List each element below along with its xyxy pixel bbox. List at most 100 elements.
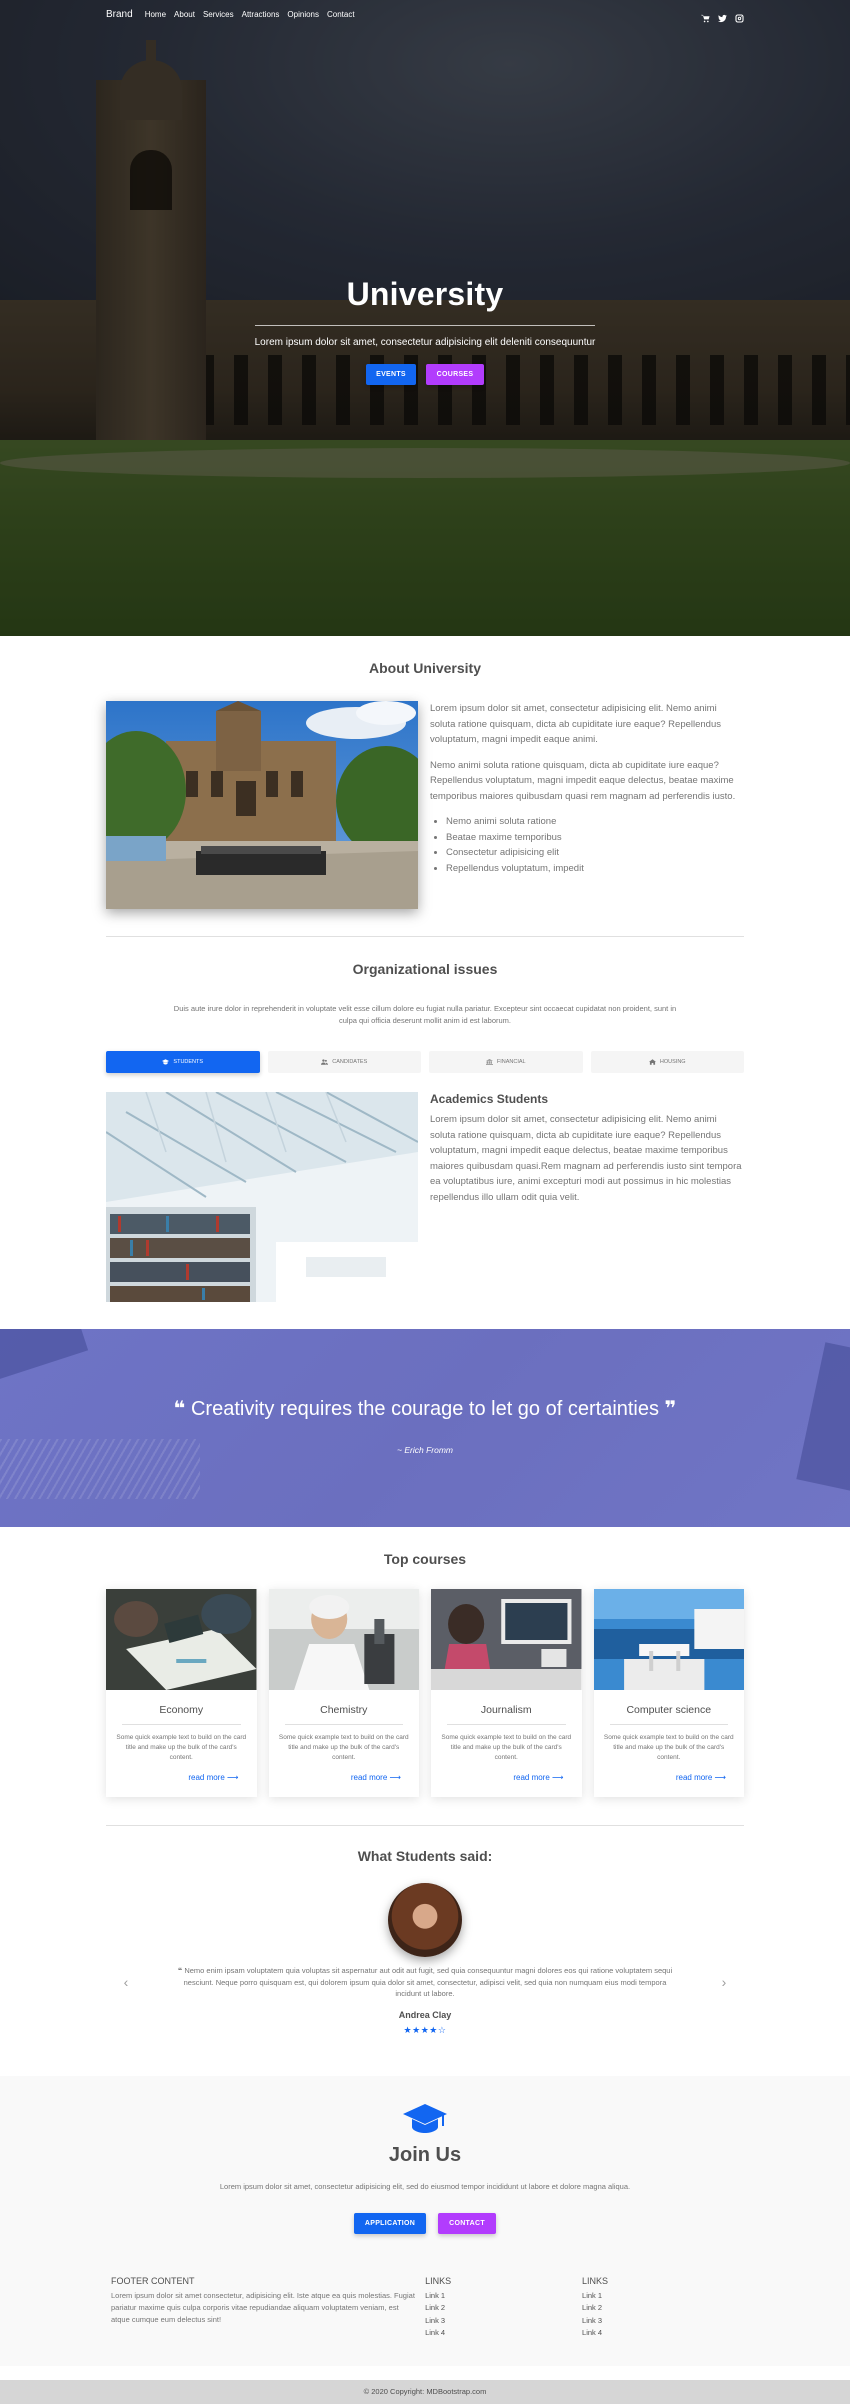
- nav-link-about[interactable]: About: [174, 10, 195, 19]
- courses-section: Top courses Economy Some quick example t…: [106, 1527, 744, 1826]
- course-divider: [284, 1724, 403, 1725]
- nav-link-services[interactable]: Services: [203, 10, 234, 19]
- footer-link[interactable]: Link 4: [425, 2327, 582, 2340]
- twitter-icon[interactable]: [718, 10, 727, 22]
- org-text: Academics Students Lorem ipsum dolor sit…: [430, 1092, 744, 1302]
- hero-section: Brand Home About Services Attractions Op…: [0, 0, 850, 636]
- org-tabs: STUDENTS CANDIDATES FINANCIAL HOUSING: [106, 1051, 744, 1073]
- course-card: Computer science Some quick example text…: [593, 1589, 745, 1797]
- footer-link[interactable]: Link 2: [425, 2302, 582, 2315]
- footer-link[interactable]: Link 4: [582, 2327, 739, 2340]
- read-more-label: read more: [188, 1773, 225, 1782]
- footer-columns: FOOTER CONTENT Lorem ipsum dolor sit ame…: [106, 2276, 744, 2340]
- footer-links-title: LINKS: [425, 2275, 452, 2286]
- tab-candidates[interactable]: CANDIDATES: [267, 1051, 421, 1073]
- org-intro: Duis aute irure dolor in reprehenderit i…: [173, 1004, 677, 1025]
- read-more-link[interactable]: read more ⟶: [279, 1773, 410, 1782]
- library-image: [106, 1092, 418, 1302]
- footer-link[interactable]: Link 2: [582, 2302, 739, 2315]
- about-list-item: Beatae maxime temporibus: [446, 830, 744, 846]
- read-more-link[interactable]: read more ⟶: [604, 1773, 735, 1782]
- contact-button[interactable]: CONTACT: [438, 2212, 496, 2234]
- tab-financial[interactable]: FINANCIAL: [429, 1051, 583, 1073]
- hero-title: University: [346, 276, 504, 312]
- course-image-chemistry: [268, 1589, 419, 1690]
- about-image: [106, 701, 418, 909]
- home-icon: [648, 1059, 656, 1065]
- tab-housing[interactable]: HOUSING: [590, 1051, 744, 1073]
- course-image-journalism: [431, 1589, 582, 1690]
- footer-link[interactable]: Link 3: [582, 2315, 739, 2328]
- footer-link[interactable]: Link 1: [582, 2290, 739, 2303]
- footer-links-title: LINKS: [582, 2275, 609, 2286]
- footer-content-title: FOOTER CONTENT: [111, 2275, 195, 2286]
- read-more-label: read more: [350, 1773, 388, 1782]
- course-description: Some quick example text to build on the …: [116, 1734, 247, 1761]
- arrow-right-icon: ⟶: [389, 1773, 401, 1782]
- read-more-label: read more: [675, 1773, 713, 1782]
- users-icon: [321, 1059, 329, 1065]
- hero-subtitle: Lorem ipsum dolor sit amet, consectetur …: [254, 337, 596, 348]
- course-name: Economy: [159, 1704, 204, 1716]
- tab-label: CANDIDATES: [332, 1059, 368, 1065]
- about-list: Nemo animi soluta ratione Beatae maxime …: [446, 814, 744, 876]
- quote-section: ❝ Creativity requires the courage to let…: [0, 1329, 850, 1527]
- about-paragraph-1: Lorem ipsum dolor sit amet, consectetur …: [430, 703, 722, 745]
- course-image-computer-science: [593, 1589, 744, 1690]
- nav-link-attractions[interactable]: Attractions: [242, 10, 280, 19]
- course-divider: [609, 1724, 728, 1725]
- carousel-next-icon[interactable]: ›: [704, 1974, 744, 1990]
- arrow-right-icon: ⟶: [552, 1773, 564, 1782]
- course-card-body: Economy Some quick example text to build…: [106, 1690, 257, 1782]
- bank-icon: [485, 1059, 493, 1065]
- copyright-text: © 2020 Copyright:: [363, 2387, 425, 2396]
- instagram-icon[interactable]: [735, 10, 744, 23]
- read-more-link[interactable]: read more ⟶: [441, 1773, 572, 1782]
- nav-link-home[interactable]: Home: [145, 10, 166, 19]
- star-empty-icon: ☆: [437, 2024, 447, 2035]
- about-text: Lorem ipsum dolor sit amet, consectetur …: [430, 701, 744, 909]
- footer-links-1: LINKS Link 1 Link 2 Link 3 Link 4: [425, 2276, 582, 2340]
- nav-link-opinions[interactable]: Opinions: [287, 10, 319, 19]
- carousel-prev-icon[interactable]: ‹: [106, 1974, 146, 1990]
- course-image-economy: [106, 1589, 257, 1690]
- quote-text: ❝ Creativity requires the courage to let…: [0, 1329, 850, 1421]
- course-card-body: Journalism Some quick example text to bu…: [431, 1690, 582, 1782]
- course-description: Some quick example text to build on the …: [603, 1734, 734, 1761]
- arrow-right-icon: ⟶: [227, 1773, 239, 1782]
- testimonial-text: ❝ Nemo enim ipsam voluptatem quia volupt…: [146, 1965, 704, 2000]
- course-card-body: Computer science Some quick example text…: [594, 1690, 745, 1782]
- course-name: Computer science: [626, 1704, 712, 1716]
- application-button[interactable]: APPLICATION: [354, 2212, 426, 2234]
- course-name: Chemistry: [320, 1704, 368, 1716]
- about-section: About University Lorem ipsum dolor sit a…: [106, 636, 744, 937]
- course-description: Some quick example text to build on the …: [441, 1734, 572, 1761]
- navbar-brand[interactable]: Brand: [106, 9, 133, 20]
- about-image-art: [106, 701, 418, 909]
- footer-link[interactable]: Link 1: [425, 2290, 582, 2303]
- footer-content: FOOTER CONTENT Lorem ipsum dolor sit ame…: [111, 2276, 425, 2340]
- course-card: Chemistry Some quick example text to bui…: [268, 1589, 419, 1797]
- events-button[interactable]: EVENTS: [366, 364, 416, 385]
- nav-link-contact[interactable]: Contact: [327, 10, 355, 19]
- cart-icon[interactable]: [701, 10, 710, 22]
- join-section: Join Us Lorem ipsum dolor sit amet, cons…: [0, 2075, 850, 2366]
- arrow-right-icon: ⟶: [714, 1773, 726, 1782]
- tab-students[interactable]: STUDENTS: [106, 1051, 260, 1073]
- quote-author: ~ Erich Fromm: [397, 1445, 453, 1455]
- course-name: Journalism: [480, 1704, 532, 1716]
- star-icon: ★: [412, 2024, 421, 2035]
- copyright-bar: © 2020 Copyright: MDBootstrap.com: [0, 2379, 850, 2404]
- courses-button[interactable]: COURSES: [426, 364, 484, 385]
- course-divider: [447, 1724, 566, 1725]
- about-paragraph-2: Nemo animi soluta ratione quisquam, dict…: [430, 759, 736, 802]
- star-icon: ★: [429, 2024, 438, 2035]
- read-more-link[interactable]: read more ⟶: [116, 1773, 247, 1782]
- star-icon: ★: [403, 2024, 413, 2035]
- copyright-link[interactable]: MDBootstrap.com: [426, 2387, 486, 2396]
- about-list-item: Nemo animi soluta ratione: [446, 814, 744, 830]
- quote-left-icon: ❝: [177, 1966, 183, 1975]
- org-content: Academics Students Lorem ipsum dolor sit…: [106, 1092, 744, 1302]
- footer-link[interactable]: Link 3: [425, 2315, 582, 2328]
- testimonial-body: Nemo enim ipsam voluptatem quia voluptas…: [183, 1966, 673, 1998]
